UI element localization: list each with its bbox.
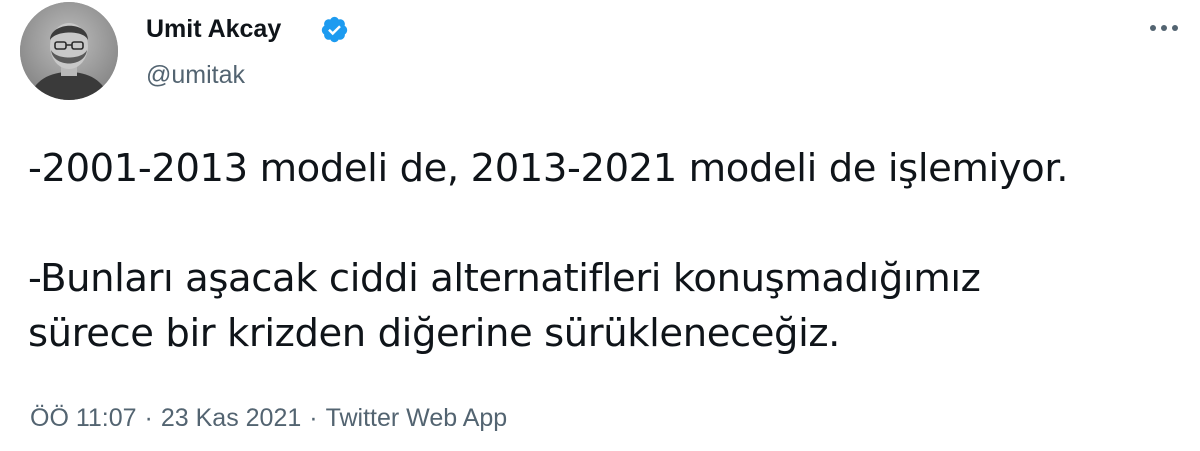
- tweet-card: Umit Akcay @umitak -2001-2013 modeli de,…: [0, 0, 1200, 451]
- tweet-source[interactable]: Twitter Web App: [326, 404, 508, 432]
- tweet-paragraph: -Bunları aşacak ciddi alternatifleri kon…: [28, 256, 981, 356]
- display-name[interactable]: Umit Akcay: [146, 14, 281, 44]
- tweet-date[interactable]: 23 Kas 2021: [161, 404, 301, 432]
- more-options-button[interactable]: [1142, 10, 1186, 46]
- more-horizontal-icon: [1150, 25, 1178, 31]
- tweet-meta: ÖÖ 11:07 · 23 Kas 2021 · Twitter Web App: [30, 402, 507, 434]
- avatar-image: [20, 2, 118, 100]
- meta-separator: ·: [309, 404, 318, 432]
- verified-badge-icon: [321, 16, 348, 43]
- avatar[interactable]: [20, 2, 118, 100]
- tweet-time[interactable]: ÖÖ 11:07: [30, 404, 137, 432]
- tweet-text: -2001-2013 modeli de, 2013-2021 modeli d…: [28, 141, 1188, 361]
- user-handle[interactable]: @umitak: [146, 60, 245, 90]
- tweet-paragraph: -2001-2013 modeli de, 2013-2021 modeli d…: [28, 146, 1069, 191]
- meta-separator: ·: [144, 404, 153, 432]
